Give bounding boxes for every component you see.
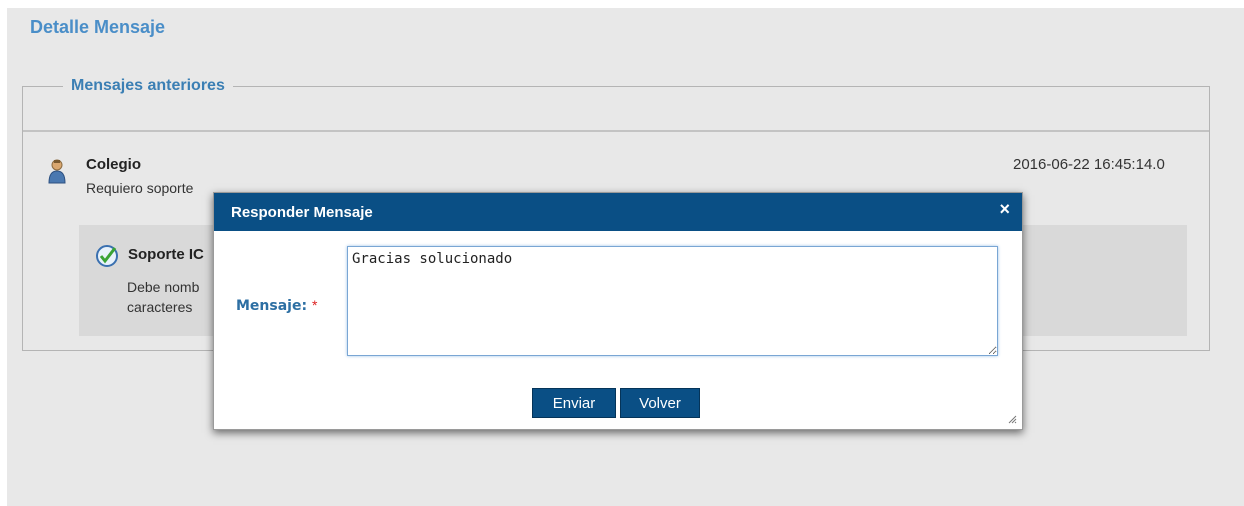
reply-text-line: caracteres <box>127 299 193 315</box>
divider <box>23 130 1209 132</box>
message-field-label: Mensaje: * <box>236 297 317 314</box>
fieldset-legend: Mensajes anteriores <box>63 77 233 95</box>
message-timestamp: 2016-06-22 16:45:14.0 <box>1013 156 1165 173</box>
dialog-title: Responder Mensaje <box>231 204 373 221</box>
message-textarea[interactable] <box>347 246 998 356</box>
reply-text-line: Debe nomb <box>127 279 200 295</box>
resize-grip-icon[interactable] <box>1007 414 1017 424</box>
user-icon <box>48 159 66 184</box>
message-sender: Colegio <box>86 156 141 173</box>
check-icon <box>96 245 118 267</box>
reply-sender: Soporte IC <box>128 246 204 263</box>
page-title: Detalle Mensaje <box>30 17 166 37</box>
reply-text: Debe nomb caracteres <box>127 277 227 317</box>
close-icon[interactable]: × <box>999 199 1010 220</box>
send-button[interactable]: Enviar <box>532 388 616 418</box>
back-button[interactable]: Volver <box>620 388 700 418</box>
dialog-header[interactable]: Responder Mensaje × <box>214 193 1022 231</box>
message-text: Requiero soporte <box>86 180 194 196</box>
message-label-text: Mensaje: <box>236 298 308 314</box>
required-mark: * <box>311 297 318 313</box>
reply-dialog: Responder Mensaje × Mensaje: * Enviar Vo… <box>213 192 1023 430</box>
